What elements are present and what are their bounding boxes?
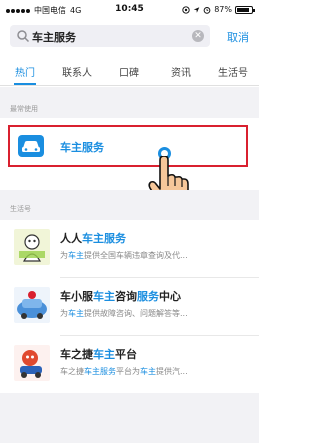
desc-text: 车之捷 <box>60 367 84 376</box>
car-icon <box>18 135 44 157</box>
life-section-label: 生活号 <box>10 205 31 213</box>
title-highlight: 车主 <box>93 290 115 303</box>
title-text: 车之捷 <box>60 348 93 361</box>
cancel-button[interactable]: 取消 <box>227 29 249 45</box>
title-text: 车小服 <box>60 290 93 303</box>
result-description: 为车主提供全国车辆违章查询及代... <box>60 250 250 261</box>
category-tabs: 热门 联系人 口碑 资讯 生活号 <box>0 56 259 86</box>
status-right: 87% <box>182 5 255 14</box>
result-title: 车小服车主咨询服务中心 <box>60 288 181 304</box>
desc-text: 为 <box>60 251 68 260</box>
tab-life-accounts[interactable]: 生活号 <box>208 64 258 79</box>
title-text: 中心 <box>159 290 181 303</box>
list-item[interactable]: 车之捷车主平台 车之捷车主服务平台为车主提供汽... <box>0 336 259 393</box>
renren-logo-icon <box>14 229 50 265</box>
desc-text: 为 <box>60 309 68 318</box>
status-bar: 中国电信 4G 10:45 87% <box>0 0 259 20</box>
cheqiao-logo-icon <box>14 287 50 323</box>
search-bar: 车主服务 ✕ 取消 <box>0 20 259 52</box>
search-input[interactable]: 车主服务 ✕ <box>10 25 210 47</box>
tab-news[interactable]: 资讯 <box>156 64 206 79</box>
result-description: 为车主提供故障咨询、问题解答等... <box>60 308 250 319</box>
battery-level <box>237 7 250 12</box>
search-icon <box>17 30 30 43</box>
chezhijie-logo-icon <box>14 345 50 381</box>
recent-item-label[interactable]: 车主服务 <box>60 139 104 155</box>
tab-contacts[interactable]: 联系人 <box>52 64 102 79</box>
title-text: 人人 <box>60 232 82 245</box>
desc-text: 平台为 <box>116 367 140 376</box>
desc-highlight: 车主 <box>68 309 84 318</box>
title-highlight: 车主 <box>93 348 115 361</box>
clear-icon[interactable]: ✕ <box>192 30 204 42</box>
recent-section: 车主服务 <box>0 118 259 207</box>
active-tab-indicator <box>14 83 36 85</box>
recent-section-label: 最常使用 <box>10 105 38 113</box>
desc-highlight: 车主 <box>68 251 84 260</box>
list-item[interactable]: 人人车主服务 为车主提供全国车辆违章查询及代... <box>0 220 259 277</box>
desc-text: 提供故障咨询、问题解答等... <box>84 309 188 318</box>
alarm-icon <box>203 6 211 14</box>
desc-text: 提供全国车辆违章查询及代... <box>84 251 188 260</box>
desc-highlight: 车主 <box>140 367 156 376</box>
list-item[interactable]: 车小服车主咨询服务中心 为车主提供故障咨询、问题解答等... <box>0 278 259 335</box>
desc-highlight: 车主服务 <box>84 367 116 376</box>
life-section-header: 生活号 <box>0 190 259 220</box>
recent-section-header: 最常使用 <box>0 87 259 118</box>
title-text: 咨询 <box>115 290 137 303</box>
title-text: 平台 <box>115 348 137 361</box>
bottom-spacer <box>0 393 259 443</box>
battery-percent: 87% <box>214 5 232 14</box>
title-highlight: 车主服务 <box>82 232 126 245</box>
desc-text: 提供汽... <box>156 367 188 376</box>
battery-icon <box>235 5 255 14</box>
recent-item-highlight[interactable] <box>8 125 248 167</box>
search-value: 车主服务 <box>32 31 76 44</box>
navigation-arrow-icon <box>193 6 200 13</box>
result-description: 车之捷车主服务平台为车主提供汽... <box>60 366 250 377</box>
location-icon <box>182 5 190 14</box>
tab-koubei[interactable]: 口碑 <box>104 64 154 79</box>
result-title: 车之捷车主平台 <box>60 346 137 362</box>
result-title: 人人车主服务 <box>60 230 126 246</box>
tab-hot[interactable]: 热门 <box>0 64 50 79</box>
title-highlight: 服务 <box>137 290 159 303</box>
